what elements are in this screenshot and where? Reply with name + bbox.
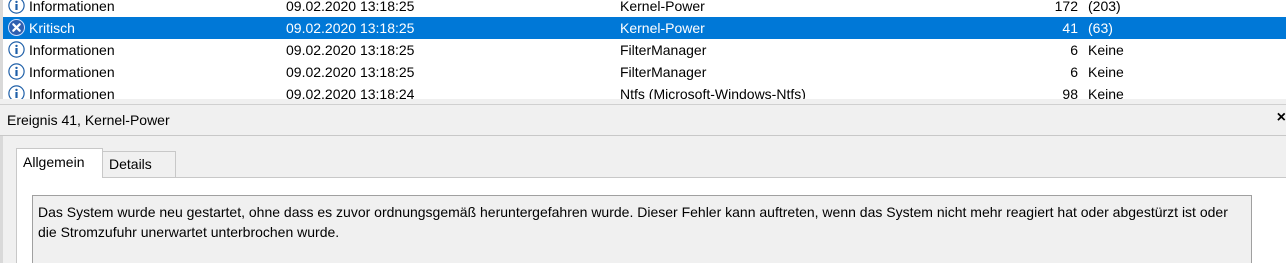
event-datetime: 09.02.2020 13:18:25	[286, 64, 415, 80]
event-task-category: (63)	[1088, 20, 1113, 36]
event-datetime: 09.02.2020 13:18:25	[286, 42, 415, 58]
detail-title: Ereignis 41, Kernel-Power	[7, 112, 170, 128]
event-id: 172	[1054, 0, 1078, 14]
event-row[interactable]: Informationen 09.02.2020 13:18:24 Ntfs (Mi…	[3, 83, 1286, 99]
event-id: 98	[1062, 86, 1078, 99]
event-description: Das System wurde neu gestartet, ohne das…	[38, 204, 1228, 240]
event-id: 6	[1070, 64, 1078, 80]
event-id: 6	[1070, 42, 1078, 58]
event-row[interactable]: Informationen 09.02.2020 13:18:25 Kernel-P…	[3, 0, 1286, 17]
event-row[interactable]: Informationen 09.02.2020 13:18:25 FilterMa…	[3, 61, 1286, 83]
critical-icon	[8, 19, 25, 36]
event-source: FilterManager	[620, 64, 707, 80]
event-source: Kernel-Power	[620, 0, 705, 14]
info-icon	[8, 0, 25, 14]
tab-allgemein[interactable]: Allgemein	[16, 148, 103, 178]
event-row[interactable]: Kritisch 09.02.2020 13:18:25 Kernel-Power 4…	[3, 17, 1286, 39]
event-task-category: Keine	[1088, 42, 1124, 58]
close-icon[interactable]: ×	[1277, 109, 1286, 127]
event-source: Kernel-Power	[620, 20, 705, 36]
event-source: Ntfs (Microsoft-Windows-Ntfs)	[620, 86, 806, 99]
detail-header: Ereignis 41, Kernel-Power ×	[0, 105, 1286, 136]
event-datetime: 09.02.2020 13:18:25	[286, 20, 415, 36]
info-icon	[8, 85, 25, 99]
event-level: Kritisch	[29, 20, 75, 36]
event-level: Informationen	[29, 64, 115, 80]
info-icon	[8, 41, 25, 58]
tab-details[interactable]: Details	[103, 151, 176, 178]
event-level: Informationen	[29, 86, 115, 99]
event-list: Informationen 09.02.2020 13:18:25 Kernel-P…	[0, 0, 1286, 99]
event-task-category: Keine	[1088, 64, 1124, 80]
event-description-box[interactable]: Das System wurde neu gestartet, ohne das…	[32, 195, 1252, 263]
event-task-category: Keine	[1088, 86, 1124, 99]
event-id: 41	[1062, 20, 1078, 36]
event-source: FilterManager	[620, 42, 707, 58]
left-border	[0, 136, 3, 263]
event-task-category: (203)	[1088, 0, 1121, 14]
event-row[interactable]: Informationen 09.02.2020 13:18:25 FilterMa…	[3, 39, 1286, 61]
event-level: Informationen	[29, 42, 115, 58]
event-level: Informationen	[29, 0, 115, 14]
event-datetime: 09.02.2020 13:18:25	[286, 0, 415, 14]
event-datetime: 09.02.2020 13:18:24	[286, 86, 415, 99]
info-icon	[8, 63, 25, 80]
